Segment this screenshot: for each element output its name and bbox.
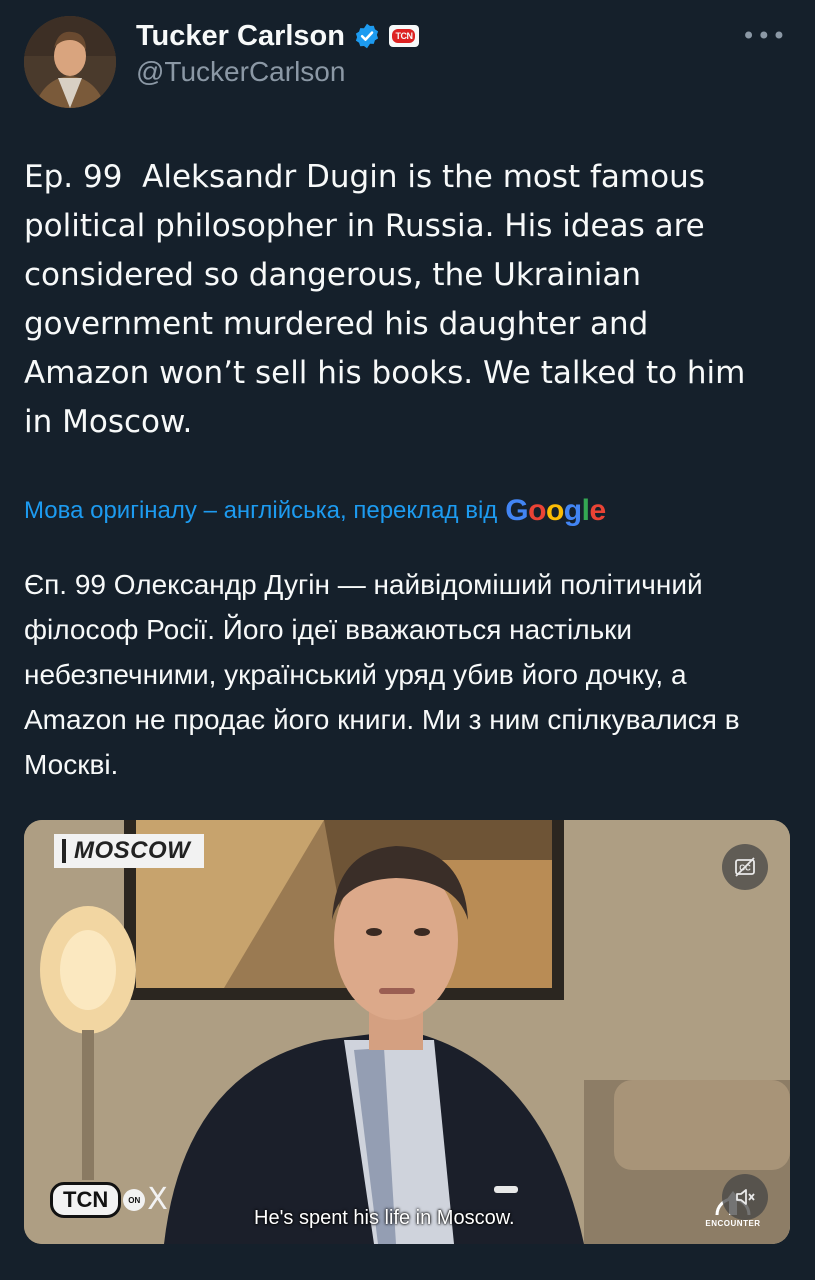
captions-button[interactable]: CC [722,844,768,890]
verified-badge-icon [355,23,379,49]
video-frame [24,820,790,1244]
translation-label[interactable]: Мова оригіналу – англійська, переклад ві… [24,497,497,525]
more-options-icon[interactable]: ••• [742,22,787,50]
location-tag: MOSCOW [54,834,205,868]
author-handle[interactable]: @TuckerCarlson [136,56,345,88]
tcn-on-x-logo: TCN ON X [50,1182,168,1218]
location-tag-bar [62,839,66,863]
tcn-logo-text: TCN [50,1182,122,1218]
google-logo: Google [505,494,606,527]
video-subtitle: He's spent his life in Moscow. [254,1207,515,1229]
name-row: Tucker Carlson TCN [136,18,419,54]
video-player[interactable]: MOSCOW CC TCN ON X He's spent his life i… [24,820,790,1244]
org-badge-label: TCN [392,29,416,43]
mute-button[interactable] [722,1174,768,1220]
captions-icon: CC [735,857,755,877]
avatar-image [24,16,116,108]
translated-text: Єп. 99 Олександр Дугін — найвідоміший по… [24,569,740,780]
speaker-muted-icon [736,1189,755,1205]
location-label: MOSCOW [74,837,191,864]
author-name[interactable]: Tucker Carlson [136,20,345,53]
org-affiliation-badge[interactable]: TCN [388,25,419,47]
tweet-text: Ep. 99 Aleksandr Dugin is the most famou… [24,159,746,440]
tcn-logo-on: ON [123,1189,146,1211]
avatar[interactable] [24,16,116,108]
tweet-header: Tucker Carlson TCN @TuckerCarlson ••• [0,0,815,120]
translation-attribution[interactable]: Мова оригіналу – англійська, переклад ві… [24,494,606,528]
x-logo: X [147,1182,168,1217]
encounter-logo-text: ENCOUNTER [705,1219,761,1228]
